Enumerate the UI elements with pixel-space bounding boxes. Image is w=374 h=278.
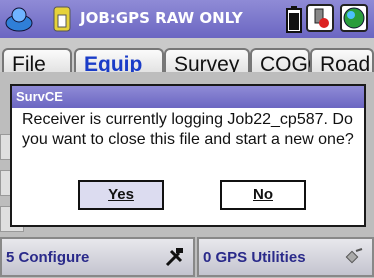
surveyor-logo-icon[interactable] xyxy=(4,5,34,33)
tab-bar: File Equip Survey COGO Road xyxy=(0,40,374,78)
yes-label: Yes xyxy=(108,186,134,203)
gps-utilities-button[interactable]: 0 GPS Utilities xyxy=(197,237,374,277)
no-label: No xyxy=(253,186,273,203)
job-title: JOB:GPS RAW ONLY xyxy=(80,9,243,27)
confirm-dialog: SurvCE Receiver is currently logging Job… xyxy=(10,84,366,227)
configure-label: 5 Configure xyxy=(6,248,90,266)
battery-icon xyxy=(286,6,302,33)
wrench-hammer-icon xyxy=(165,248,183,267)
gps-utilities-label: 0 GPS Utilities xyxy=(203,248,306,266)
job-file-icon[interactable] xyxy=(52,5,72,33)
no-button[interactable]: No xyxy=(220,180,306,210)
instrument-tool-icon[interactable] xyxy=(306,4,334,32)
configure-button[interactable]: 5 Configure xyxy=(0,237,195,277)
dialog-message: Receiver is currently logging Job22_cp58… xyxy=(22,111,354,148)
top-bar: JOB:GPS RAW ONLY xyxy=(0,0,374,38)
satellite-icon xyxy=(345,248,363,264)
dialog-title: SurvCE xyxy=(12,86,364,108)
yes-button[interactable]: Yes xyxy=(78,180,164,210)
globe-icon[interactable] xyxy=(340,4,368,32)
